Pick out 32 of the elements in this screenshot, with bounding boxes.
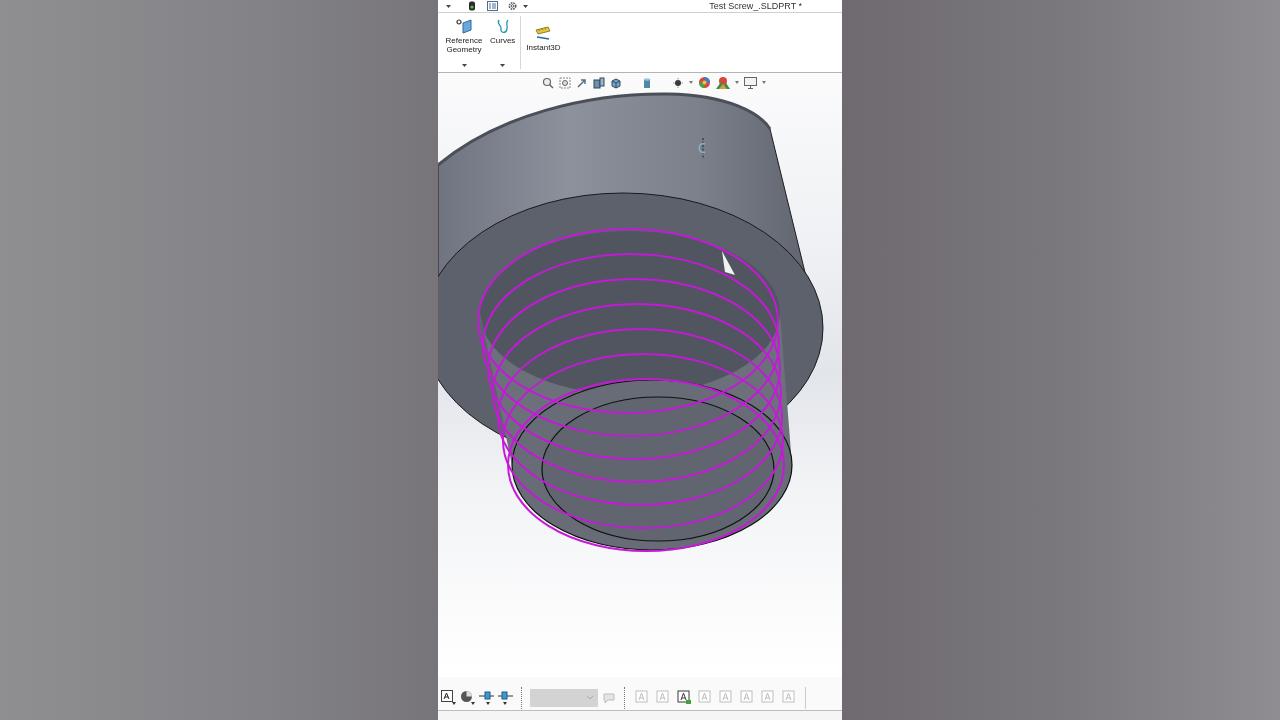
caret-icon[interactable] <box>461 64 467 67</box>
magnifier-icon[interactable] <box>542 76 554 89</box>
connector-icon[interactable] <box>479 690 494 705</box>
section-view-icon[interactable] <box>593 76 605 89</box>
settings-icon[interactable] <box>507 1 518 11</box>
caret-icon[interactable] <box>446 4 451 8</box>
list-icon[interactable] <box>487 1 498 11</box>
ribbon-button[interactable]: Curves <box>488 16 518 69</box>
cube-icon[interactable] <box>610 76 622 89</box>
sphere-icon[interactable] <box>698 76 711 89</box>
ruler-icon <box>534 26 553 41</box>
light-icon[interactable] <box>672 76 684 89</box>
caret-icon[interactable] <box>735 81 739 84</box>
cylinder-icon[interactable] <box>641 76 653 89</box>
traffic-light-icon[interactable] <box>468 1 476 11</box>
text-box-icon[interactable] <box>677 690 692 705</box>
connector-icon[interactable] <box>498 690 513 705</box>
pie-icon[interactable] <box>460 690 475 705</box>
text-style-icon[interactable] <box>441 690 456 705</box>
caret-icon[interactable] <box>689 81 693 84</box>
plane-icon <box>456 19 472 34</box>
cursor-icon <box>697 138 707 158</box>
monitor-icon[interactable] <box>744 76 757 89</box>
zoom-area-icon[interactable] <box>559 76 571 89</box>
caret-icon[interactable] <box>523 4 528 8</box>
caret-icon[interactable] <box>762 81 766 84</box>
arrow-icon[interactable] <box>576 76 588 89</box>
ribbon-button[interactable]: Reference Geometry <box>442 16 486 69</box>
caret-icon[interactable] <box>500 64 506 67</box>
landscape-icon[interactable] <box>716 76 730 89</box>
window-title: Test Screw_.SLDPRT * <box>709 0 802 12</box>
ribbon-button[interactable]: Instant3D <box>524 16 563 69</box>
